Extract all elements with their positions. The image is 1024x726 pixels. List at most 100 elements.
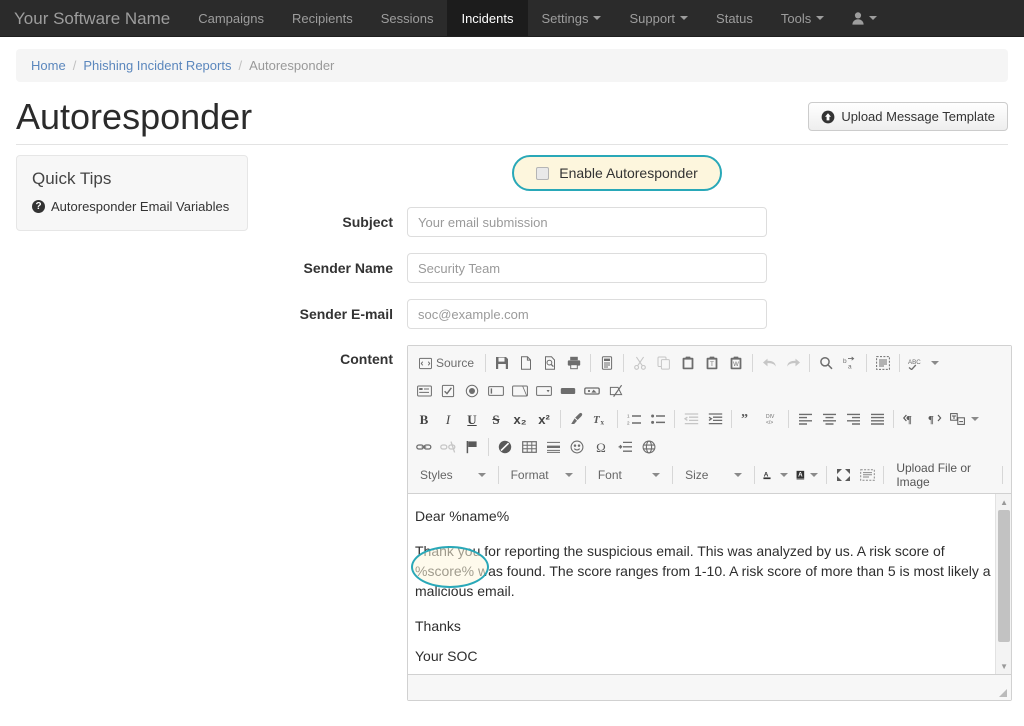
nav-item-campaigns[interactable]: Campaigns	[184, 0, 278, 36]
underline-button[interactable]: U	[461, 408, 483, 430]
checkbox-button[interactable]	[437, 380, 459, 402]
nav-item-user-menu[interactable]	[838, 0, 891, 36]
align-justify-button[interactable]	[866, 408, 888, 430]
radio-button[interactable]	[461, 380, 483, 402]
numbered-list-button[interactable]: 12	[623, 408, 645, 430]
cut-button[interactable]	[629, 352, 651, 374]
paste-text-button[interactable]: T	[701, 352, 723, 374]
brand-link[interactable]: Your Software Name	[14, 0, 184, 36]
scrollbar-thumb[interactable]	[998, 510, 1011, 643]
breadcrumb-item-phishing-incident-reports[interactable]: Phishing Incident Reports	[83, 58, 231, 73]
clear-formatting-button[interactable]: Tx	[590, 408, 612, 430]
form-group-sender-name: Sender Name	[262, 253, 1012, 284]
align-right-button[interactable]	[842, 408, 864, 430]
editor-scrollbar[interactable]: ▲ ▼	[995, 494, 1012, 675]
select-all-button[interactable]	[872, 352, 894, 374]
italic-button[interactable]: I	[437, 408, 459, 430]
decrease-indent-button[interactable]	[680, 408, 702, 430]
form-button[interactable]	[413, 380, 435, 402]
nav-item-recipients[interactable]: Recipients	[278, 0, 367, 36]
scroll-down-icon[interactable]: ▼	[996, 658, 1011, 674]
unlink-button[interactable]	[437, 436, 459, 458]
templates-button[interactable]	[596, 352, 618, 374]
sidebar-item-autoresponder-email-variables[interactable]: ? Autoresponder Email Variables	[32, 199, 232, 214]
redo-button[interactable]	[782, 352, 804, 374]
sender-name-input[interactable]	[407, 253, 767, 284]
replace-button[interactable]: ba	[839, 352, 861, 374]
hidden-field-button[interactable]	[605, 380, 627, 402]
upload-circle-icon	[821, 110, 835, 124]
text-direction-ltr-button[interactable]: ¶	[923, 408, 945, 430]
link-button[interactable]	[413, 436, 435, 458]
align-left-button[interactable]	[794, 408, 816, 430]
anchor-flag-icon[interactable]	[461, 436, 483, 458]
editor-paragraph-body: Thank you for reporting the suspicious e…	[415, 542, 991, 600]
div-container-button[interactable]: DIV </>	[761, 408, 783, 430]
source-button[interactable]: Source	[413, 352, 480, 374]
format-dropdown[interactable]: Format	[504, 463, 580, 487]
upload-message-template-button[interactable]: Upload Message Template	[808, 102, 1008, 131]
blockquote-button[interactable]: ”	[737, 408, 759, 430]
align-center-button[interactable]	[818, 408, 840, 430]
image-button-button[interactable]	[581, 380, 603, 402]
smiley-icon[interactable]	[566, 436, 588, 458]
text-direction-rtl-button[interactable]: ¶	[899, 408, 921, 430]
enable-autoresponder-checkbox[interactable]	[536, 166, 550, 180]
styles-dropdown[interactable]: Styles	[413, 463, 493, 487]
strike-button[interactable]: S	[485, 408, 507, 430]
nav-label: Status	[716, 10, 753, 26]
toolbar-separator	[788, 410, 789, 429]
nav-item-tools[interactable]: Tools	[767, 0, 838, 36]
editor-content-area[interactable]: Dear %name% Thank you for reporting the …	[408, 494, 1012, 675]
find-button[interactable]	[815, 352, 837, 374]
preview-button[interactable]	[539, 352, 561, 374]
sender-email-input[interactable]	[407, 299, 767, 330]
paste-button[interactable]	[677, 352, 699, 374]
text-color-button[interactable]: A	[760, 464, 790, 486]
language-button[interactable]	[947, 408, 982, 430]
show-blocks-button[interactable]	[856, 464, 878, 486]
nav-item-sessions[interactable]: Sessions	[367, 0, 448, 36]
font-dropdown[interactable]: Font	[591, 463, 667, 487]
breadcrumb-item-home[interactable]: Home	[31, 58, 66, 73]
omega-icon[interactable]: Ω	[590, 436, 612, 458]
nav-item-status[interactable]: Status	[702, 0, 767, 36]
nav-label: Campaigns	[198, 10, 264, 26]
quick-tips-title: Quick Tips	[32, 169, 112, 189]
horizontal-rule-icon[interactable]	[542, 436, 564, 458]
globe-icon[interactable]	[638, 436, 660, 458]
save-button[interactable]	[491, 352, 513, 374]
table-icon[interactable]	[518, 436, 540, 458]
remove-format-button[interactable]	[566, 408, 588, 430]
superscript-button[interactable]: x²	[533, 408, 555, 430]
new-page-button[interactable]	[515, 352, 537, 374]
scroll-up-icon[interactable]: ▲	[996, 494, 1011, 510]
background-color-button[interactable]: A	[793, 464, 822, 486]
bold-button[interactable]: B	[413, 408, 435, 430]
nav-item-settings[interactable]: Settings	[528, 0, 616, 36]
nav-item-incidents[interactable]: Incidents	[447, 0, 528, 36]
bulleted-list-button[interactable]	[647, 408, 669, 430]
editor-resize-grip[interactable]	[997, 687, 1008, 698]
upload-file-or-image-button[interactable]: Upload File or Image	[888, 461, 998, 489]
size-dropdown[interactable]: Size	[678, 463, 749, 487]
textarea-button[interactable]	[509, 380, 531, 402]
select-field-button[interactable]	[533, 380, 555, 402]
image-icon[interactable]	[494, 436, 516, 458]
page-break-icon[interactable]	[614, 436, 636, 458]
print-button[interactable]	[563, 352, 585, 374]
maximize-button[interactable]	[832, 464, 854, 486]
copy-button[interactable]	[653, 352, 675, 374]
sidebar: Quick Tips ? Autoresponder Email Variabl…	[16, 155, 248, 717]
editor-toolbar: Source T W b a ABC B I U S x₂ x² T x 1 2…	[408, 346, 1012, 495]
text-field-button[interactable]	[485, 380, 507, 402]
paste-word-button[interactable]: W	[725, 352, 747, 374]
spellcheck-button[interactable]: ABC	[905, 352, 942, 374]
subject-input[interactable]	[407, 207, 767, 238]
nav-label: Support	[629, 10, 676, 26]
increase-indent-button[interactable]	[704, 408, 726, 430]
button-field-button[interactable]	[557, 380, 579, 402]
nav-item-support[interactable]: Support	[615, 0, 702, 36]
undo-button[interactable]	[758, 352, 780, 374]
subscript-button[interactable]: x₂	[509, 408, 531, 430]
